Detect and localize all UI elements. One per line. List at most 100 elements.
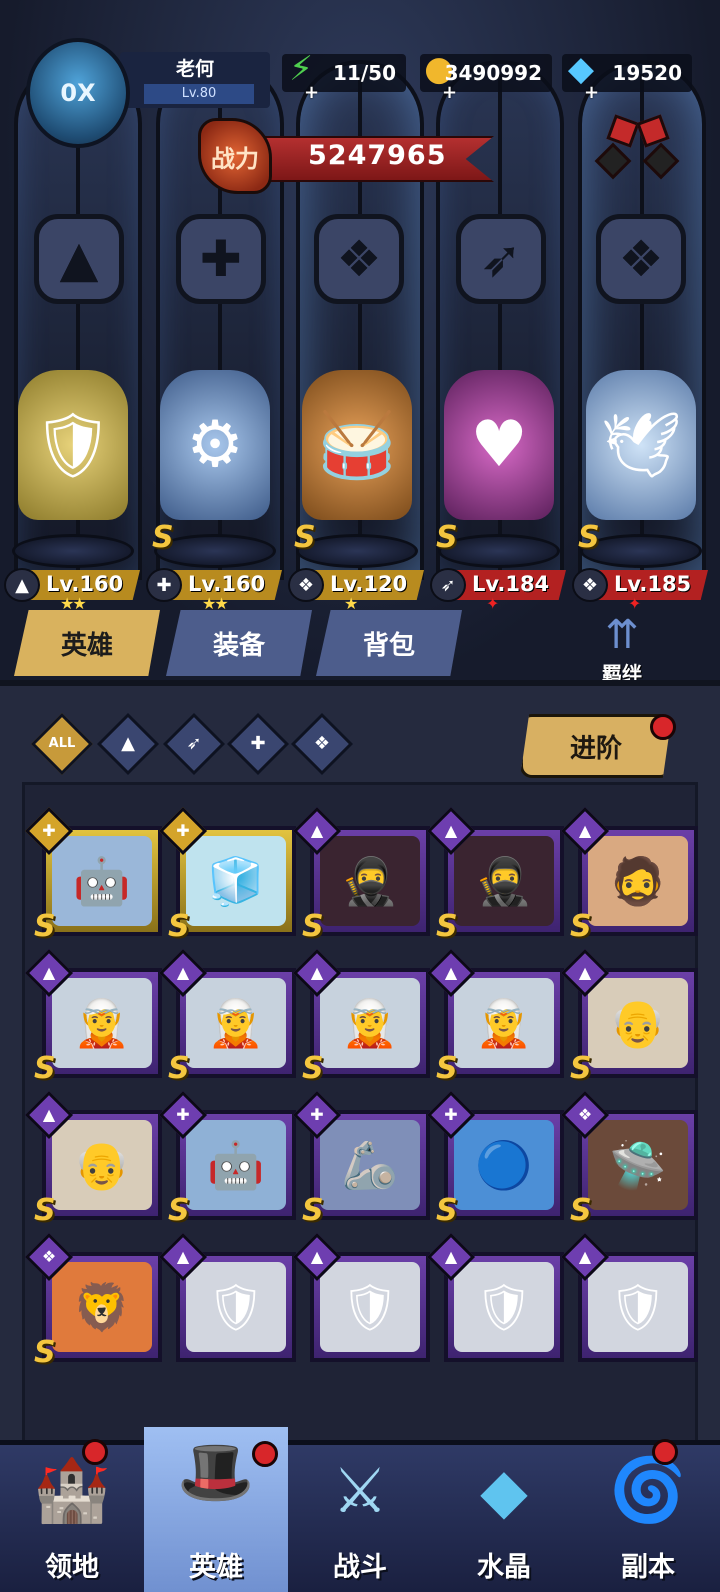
hero-portrait: 🤖 bbox=[186, 1120, 286, 1210]
hero-card[interactable]: 🧝 ▲ S bbox=[426, 948, 564, 1086]
hero-card[interactable]: 🛡 ▲ bbox=[158, 1232, 296, 1362]
s-rank-badge: S bbox=[34, 1051, 56, 1086]
nav-label: 战斗 bbox=[333, 1552, 387, 1583]
hero-card[interactable]: 🔵 ✚ S bbox=[426, 1090, 564, 1228]
hero-card[interactable]: 🛡 ▲ bbox=[560, 1232, 698, 1362]
mage-icon: ▲ bbox=[310, 963, 324, 982]
hero-card[interactable]: 🤖 ✚ S bbox=[24, 806, 162, 944]
hero-card[interactable]: 🧝 ▲ S bbox=[292, 948, 430, 1086]
hero-card[interactable]: 🛸 ❖ S bbox=[560, 1090, 698, 1228]
s-rank-badge: S bbox=[436, 520, 458, 555]
hero-portrait: 🤖 bbox=[52, 836, 152, 926]
hero-card[interactable]: 🥷 ▲ S bbox=[426, 806, 564, 944]
hero-card[interactable]: 🤖 ✚ S bbox=[158, 1090, 296, 1228]
mage-icon: ▲ bbox=[4, 568, 40, 602]
mage-icon: ▲ bbox=[310, 1247, 324, 1266]
filter-beast[interactable]: ❖ bbox=[290, 712, 354, 776]
mage-icon: ▲ bbox=[310, 821, 324, 840]
nav-dungeon[interactable]: 🌀 副本 bbox=[576, 1439, 720, 1592]
hero-card[interactable]: 🧊 ✚ S bbox=[158, 806, 296, 944]
hero-level-bar: ➶ Lv.184 bbox=[430, 568, 570, 602]
hero-card[interactable]: 👴 ▲ S bbox=[560, 948, 698, 1086]
hero-slot[interactable]: ⚙ S ✚ Lv.160 ★★ bbox=[146, 360, 284, 613]
hero-card[interactable]: 🦾 ✚ S bbox=[292, 1090, 430, 1228]
hero-card[interactable]: 🛡 ▲ bbox=[292, 1232, 430, 1362]
player-avatar[interactable]: 0X bbox=[26, 38, 130, 148]
s-rank-badge: S bbox=[152, 520, 174, 555]
stamina-resource[interactable]: ⚡ + 11/50 bbox=[282, 49, 406, 103]
nav-territory[interactable]: 🏰 领地 bbox=[0, 1439, 144, 1592]
beast-icon: ❖ bbox=[313, 733, 331, 754]
hero-level: Lv.184 bbox=[472, 572, 550, 596]
hero-portrait: 🧝 bbox=[320, 978, 420, 1068]
hero-card[interactable]: 🧔 ▲ S bbox=[560, 806, 698, 944]
notification-dot bbox=[652, 1439, 678, 1465]
s-rank-badge: S bbox=[436, 909, 458, 944]
mage-icon: ▲ bbox=[444, 963, 458, 982]
hero-inventory-panel: ALL ▲ ➶ ✚ ❖ 进阶 🤖 ✚ S 🧊 ✚ S 🥷 ▲ S 🥷 ▲ S 🧔 ▲ S 🧝 ▲ S 🧝 ▲ S 🧝 ▲ S 🧝… bbox=[0, 680, 720, 1440]
crystal-icon: ◆ bbox=[480, 1453, 528, 1527]
s-rank-badge: S bbox=[302, 1193, 324, 1228]
diamond-value: 19520 bbox=[612, 61, 682, 85]
filter-wing[interactable]: ➶ bbox=[162, 712, 226, 776]
advance-button[interactable]: 进阶 bbox=[520, 714, 672, 778]
hero-portrait: 🛸 bbox=[588, 1120, 688, 1210]
tab-equipment[interactable]: 装备 bbox=[166, 610, 312, 676]
hero-card[interactable]: 🥷 ▲ S bbox=[292, 806, 430, 944]
nav-label: 副本 bbox=[621, 1552, 675, 1583]
hero-slot[interactable]: ♥ S ➶ Lv.184 ✦ bbox=[430, 360, 570, 613]
hero-slot[interactable]: 🕊 S ❖ Lv.185 ✦ bbox=[572, 360, 710, 613]
hero-level: Lv.160 bbox=[188, 572, 266, 596]
beast-class-emblem: ❖ bbox=[310, 210, 408, 308]
hero-card[interactable]: 🦁 ❖ S bbox=[24, 1232, 162, 1370]
mage-icon: ▲ bbox=[444, 821, 458, 840]
diamond-resource[interactable]: ◆ + 19520 bbox=[562, 49, 692, 103]
wrench-icon: ✚ bbox=[146, 568, 182, 602]
hero-portrait: 🧔 bbox=[588, 836, 688, 926]
hero-portrait: 🧝 bbox=[454, 978, 554, 1068]
filter-all-label: ALL bbox=[48, 736, 76, 751]
stamina-value: 11/50 bbox=[333, 61, 396, 85]
tab-backpack[interactable]: 背包 bbox=[316, 610, 462, 676]
s-rank-badge: S bbox=[294, 520, 316, 555]
wrench-icon: ✚ bbox=[176, 1105, 190, 1124]
s-rank-badge: S bbox=[302, 1051, 324, 1086]
s-rank-badge: S bbox=[570, 1051, 592, 1086]
s-rank-badge: S bbox=[436, 1193, 458, 1228]
hero-portrait: 🛡 bbox=[320, 1262, 420, 1352]
notification-dot bbox=[252, 1441, 278, 1467]
gold-resource[interactable]: ● + 3490992 bbox=[420, 49, 552, 103]
hero-card[interactable]: 🛡 ▲ bbox=[426, 1232, 564, 1362]
filter-wrench[interactable]: ✚ bbox=[226, 712, 290, 776]
combat-power: 战力 5247965 bbox=[198, 118, 498, 194]
hero-card[interactable]: 🧝 ▲ S bbox=[24, 948, 162, 1086]
hero-card[interactable]: 🧝 ▲ S bbox=[158, 948, 296, 1086]
nav-crystal[interactable]: ◆ 水晶 bbox=[432, 1445, 576, 1592]
hero-slot[interactable]: 🛡 ▲ Lv.160 ★★ bbox=[4, 360, 142, 613]
power-value: 5247965 bbox=[308, 140, 447, 171]
s-rank-badge: S bbox=[34, 1335, 56, 1370]
hero-level-bar: ❖ Lv.120 bbox=[288, 568, 428, 602]
s-rank-badge: S bbox=[34, 1193, 56, 1228]
settings-icon[interactable] bbox=[594, 112, 680, 188]
mech-spider-figure: ⚙ bbox=[160, 370, 270, 520]
hero-card[interactable]: 👴 ▲ S bbox=[24, 1090, 162, 1228]
mage-icon: ▲ bbox=[578, 821, 592, 840]
tab-heroes[interactable]: 英雄 bbox=[14, 610, 160, 676]
hero-portrait: 👴 bbox=[588, 978, 688, 1068]
mage-icon: ▲ bbox=[578, 1247, 592, 1266]
nav-battle[interactable]: ⚔ 战斗 bbox=[288, 1445, 432, 1592]
wrench-icon: ✚ bbox=[250, 733, 266, 754]
mage-class-emblem: ▲ bbox=[30, 210, 128, 308]
plus-icon: + bbox=[442, 82, 458, 103]
hero-slot[interactable]: 🥁 S ❖ Lv.120 ★ bbox=[288, 360, 428, 613]
hero-portrait: 🦁 bbox=[52, 1262, 152, 1352]
wizard-hat-icon: 🎩 bbox=[177, 1435, 255, 1508]
sword-icon: ⚔ bbox=[332, 1453, 388, 1527]
mage-icon: ▲ bbox=[121, 733, 135, 754]
beast-icon: ❖ bbox=[41, 1247, 57, 1266]
nav-heroes[interactable]: 🎩 英雄 bbox=[144, 1427, 288, 1592]
filter-all[interactable]: ALL bbox=[30, 712, 94, 776]
filter-mage[interactable]: ▲ bbox=[96, 712, 160, 776]
s-rank-badge: S bbox=[578, 520, 600, 555]
